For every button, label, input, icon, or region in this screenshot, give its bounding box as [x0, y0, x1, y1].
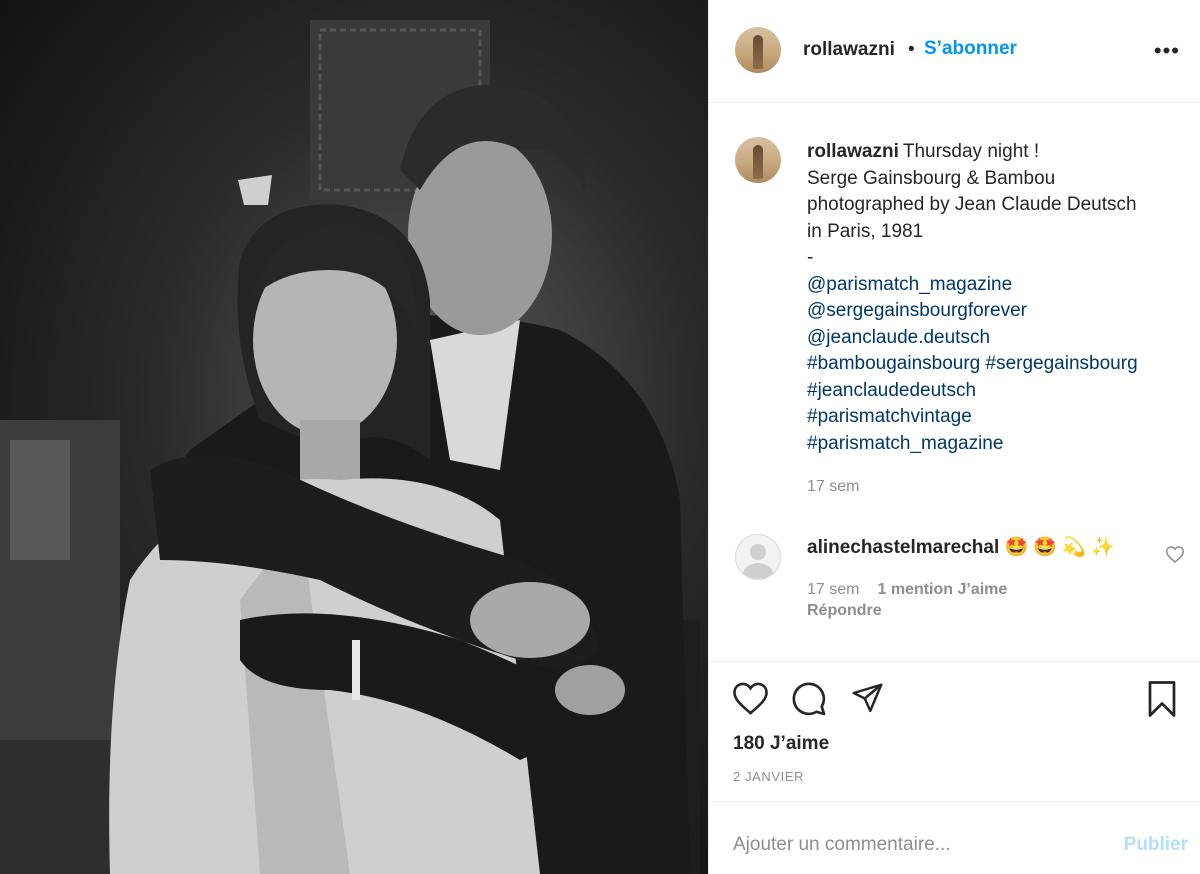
photo-illustration [0, 20, 700, 874]
heart-icon[interactable] [733, 682, 768, 720]
author-avatar[interactable] [735, 27, 781, 73]
publish-button[interactable]: Publier [1124, 834, 1188, 856]
mention-link[interactable]: @sergegainsbourgforever [807, 300, 1027, 321]
caption-line: photographed by Jean Claude Deutsch [807, 194, 1137, 215]
commenter-username[interactable]: alinechastelmarechal [807, 537, 999, 558]
caption-line: Thursday night ! [902, 141, 1040, 162]
follow-button[interactable]: S’abonner [924, 38, 1017, 60]
comment-input[interactable]: Ajouter un commentaire... [733, 834, 951, 856]
likes-count[interactable]: 180 J’aime [733, 733, 829, 755]
caption-line: - [807, 247, 814, 268]
caption-username[interactable]: rollawazni [807, 141, 899, 162]
post-photo[interactable] [0, 0, 708, 874]
comment-time[interactable]: 17 sem [807, 581, 859, 598]
hashtag-link[interactable]: #parismatchvintage [807, 406, 972, 427]
comment-likes[interactable]: 1 mention J’aime [877, 581, 1007, 598]
caption-author-avatar[interactable] [735, 137, 781, 183]
mention-link[interactable]: @parismatch_magazine [807, 274, 1012, 295]
author-username[interactable]: rollawazni [803, 39, 895, 61]
commenter-avatar[interactable] [735, 534, 781, 580]
caption-time[interactable]: 17 sem [807, 478, 859, 496]
caption-line: Serge Gainsbourg & Bambou [807, 167, 1056, 189]
post-date[interactable]: 2 JANVIER [733, 769, 804, 784]
separator-dot: • [908, 39, 915, 60]
comment-text: alinechastelmarechal 🤩 🤩 💫 ✨ [807, 535, 1115, 559]
comment-emojis: 🤩 🤩 💫 ✨ [1004, 537, 1115, 558]
post-sidebar: rollawazni • S’abonner ••• rollawazni Thu… [708, 0, 1200, 874]
hashtag-link[interactable]: #jeanclaudedeutsch [807, 380, 976, 401]
post-header: rollawazni • S’abonner ••• [709, 0, 1200, 103]
caption-line: in Paris, 1981 [807, 220, 924, 242]
paper-plane-icon[interactable] [850, 682, 885, 720]
bookmark-icon[interactable] [1146, 681, 1178, 722]
add-comment-bar: Ajouter un commentaire... Publier [709, 801, 1200, 874]
comment-heart-icon[interactable] [1165, 546, 1185, 568]
hashtag-link[interactable]: #parismatch_magazine [807, 433, 1003, 454]
comment-meta: 17 sem 1 mention J’aime [807, 581, 1007, 599]
post: rollawazni • S’abonner ••• rollawazni Thu… [0, 0, 1200, 874]
post-caption: rollawazni Thursday night ! Serge Gainsbo… [807, 139, 1191, 457]
comment-icon[interactable] [791, 681, 827, 722]
hashtag-link[interactable]: #bambougainsbourg #sergegainsbourg [807, 353, 1138, 374]
mention-link[interactable]: @jeanclaude.deutsch [807, 327, 990, 348]
post-actions: 180 J’aime 2 JANVIER [709, 661, 1200, 802]
more-options-icon[interactable]: ••• [1154, 38, 1180, 64]
reply-button[interactable]: Répondre [807, 602, 882, 620]
